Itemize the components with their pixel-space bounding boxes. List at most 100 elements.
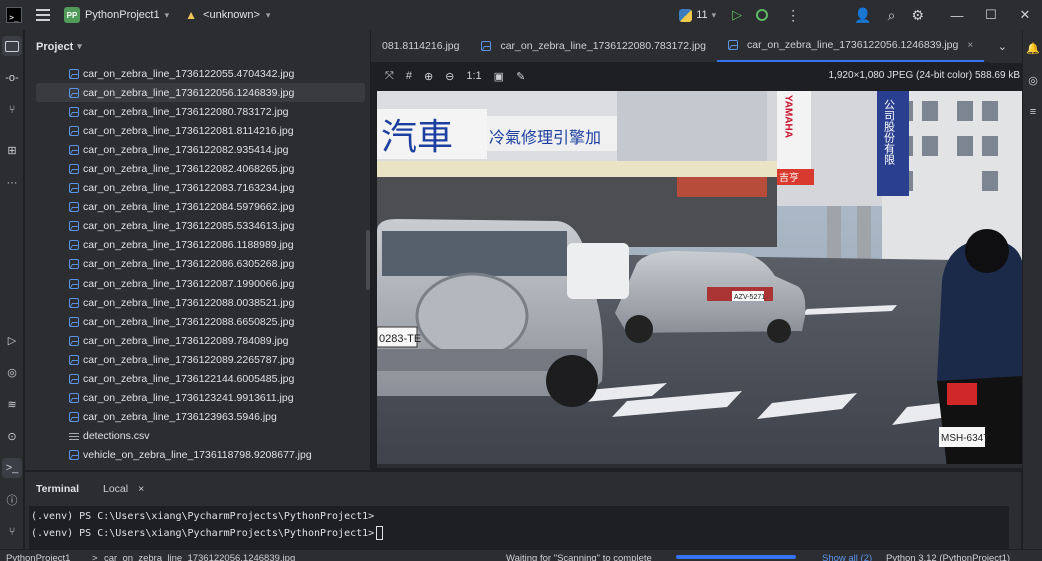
close-tab-icon[interactable]: × [138,483,144,495]
layers-tool-button[interactable]: ≋ [2,394,22,414]
image-file-icon [69,202,79,213]
python-packages-button[interactable]: ◎ [2,362,22,382]
problems-icon: ⓘ [6,495,18,507]
file-tree-item[interactable]: car_on_zebra_line_1736123241.9913611.jpg [25,389,370,408]
file-tree-item[interactable]: car_on_zebra_line_1736122144.6005485.jpg [25,370,370,389]
show-all-link[interactable]: Show all (2) [822,553,872,561]
file-tree-item[interactable]: car_on_zebra_line_1736122081.8114216.jpg [25,121,370,140]
branch-icon: ⑂ [8,104,16,116]
grid-icon[interactable]: # [406,70,412,82]
file-tree-item[interactable]: car_on_zebra_line_1736122085.5334613.jpg [25,217,370,236]
services-tool-button[interactable]: ⊙ [2,426,22,446]
file-tree-item[interactable]: car_on_zebra_line_1736122082.4068265.jpg [25,159,370,178]
ai-assistant-icon[interactable]: ◎ [1023,70,1042,90]
scrollbar[interactable] [366,230,370,290]
python-packages-icon: ◎ [7,366,17,379]
chevron-down-icon: ▾ [265,9,271,20]
image-file-icon [727,40,738,50]
file-name: car_on_zebra_line_1736122083.7163234.jpg [83,182,295,195]
file-tree-item[interactable]: car_on_zebra_line_1736122083.7163234.jpg [25,179,370,198]
file-tree-item[interactable]: car_on_zebra_line_1736122086.6305268.jpg [25,255,370,274]
file-tree-item[interactable]: car_on_zebra_line_1736122089.2265787.jpg [25,350,370,369]
file-tree-item[interactable]: car_on_zebra_line_1736122080.783172.jpg [25,102,370,121]
terminal-tab-local[interactable]: Local × [103,483,144,495]
git-tool-button[interactable]: ⑂ [2,522,22,542]
editor-tab-active[interactable]: car_on_zebra_line_1736122056.1246839.jpg… [716,30,985,62]
breadcrumb-project[interactable]: PythonProject1 [6,553,70,561]
problems-tool-button[interactable]: ⓘ [2,490,22,510]
zoom-in-icon[interactable]: ⊕ [424,70,433,83]
file-tree-item[interactable]: car_on_zebra_line_1736122089.784089.jpg [25,331,370,350]
pull-requests-tool-button[interactable]: ⑂ [2,100,22,120]
file-name: car_on_zebra_line_1736122084.5979662.jpg [83,201,295,214]
more-tools-button[interactable]: ··· [2,173,22,193]
file-tree-item[interactable]: vehicle_on_zebra_line_1736118798.9208677… [25,446,370,465]
image-file-icon [69,106,79,117]
close-window-button[interactable]: ✕ [1008,7,1042,23]
database-icon[interactable]: ≡ [1023,102,1042,122]
run-icon[interactable]: ▷ [732,7,742,23]
interpreter-selector[interactable]: Python 3.12 (PythonProject1) [886,553,1010,561]
image-file-icon [69,393,79,404]
terminal-output[interactable]: (.venv) PS C:\Users\xiang\PycharmProject… [29,506,1009,550]
project-panel-header[interactable]: Project ▾ [25,30,370,63]
vcs-widget[interactable]: ▲ <unknown> ▾ [185,8,270,22]
file-name: car_on_zebra_line_1736122089.784089.jpg [83,334,289,347]
zoom-out-icon[interactable]: ⊖ [445,70,454,83]
file-name: car_on_zebra_line_1736122089.2265787.jpg [83,353,295,366]
chevron-down-icon: ▾ [164,9,170,20]
project-switcher[interactable]: PP PythonProject1 ▾ [64,7,169,23]
file-tree-item[interactable]: car_on_zebra_line_1736122087.1990066.jpg [25,274,370,293]
actual-size-button[interactable]: 1:1 [466,70,481,82]
minimize-button[interactable]: — [940,8,974,23]
notifications-icon[interactable]: 🔔 [1023,38,1042,58]
file-name: car_on_zebra_line_1736122085.5334613.jpg [83,220,295,233]
run-tool-button[interactable]: ▷ [2,330,22,350]
structure-tool-button[interactable]: ⊞ [2,140,22,160]
chevron-down-icon: ▾ [77,41,82,51]
editor-tab[interactable]: 081.8114216.jpg [371,30,470,62]
project-tool-button[interactable] [2,36,22,56]
maximize-button[interactable]: ☐ [974,7,1008,23]
file-tree-item[interactable]: car_on_zebra_line_1736123963.5946.jpg [25,408,370,427]
more-actions-icon[interactable]: ⋮ [786,7,800,24]
terminal-line: (.venv) PS C:\Users\xiang\PycharmProject… [31,511,375,522]
pycharm-logo-icon: >_ [6,7,22,23]
editor-tab[interactable]: car_on_zebra_line_1736122080.783172.jpg [470,30,717,62]
file-name: car_on_zebra_line_1736122144.6005485.jpg [83,373,295,386]
image-viewer[interactable]: 汽車 冷氣修理引擎加 YAMAHA 吉亨 公司股份有限 AZV-5271 028… [377,91,1022,468]
file-tree-item-selected[interactable]: car_on_zebra_line_1736122056.1246839.jpg [36,83,365,103]
plate-suv: 0283-TE [379,333,421,345]
file-tree-item[interactable]: car_on_zebra_line_1736122082.935414.jpg [25,140,370,159]
background-icon[interactable]: ▣ [494,70,504,83]
main-menu-icon[interactable] [36,9,50,21]
project-name: PythonProject1 [85,9,160,21]
chevron-down-icon[interactable]: ⌄ [998,40,1007,53]
project-badge: PP [64,7,80,23]
breadcrumb-file[interactable]: car_on_zebra_line_1736122056.1246839.jpg [104,553,295,561]
image-toolbar: ⤧ # ⊕ ⊖ 1:1 ▣ ✎ 1,920×1,080 JPEG (24-bit… [371,63,1042,89]
file-tree-item[interactable]: car_on_zebra_line_1736122088.6650825.jpg [25,312,370,331]
file-name: car_on_zebra_line_1736122082.935414.jpg [83,143,289,156]
file-name: car_on_zebra_line_1736123963.5946.jpg [83,411,277,424]
terminal-cursor [376,526,384,540]
file-tree-item[interactable]: detections.csv [25,427,370,446]
search-icon[interactable]: ⌕ [888,7,896,24]
warning-icon: ▲ [185,8,198,22]
add-user-icon[interactable]: 👤 [854,7,871,24]
file-tree-item[interactable]: car_on_zebra_line_1736122084.5979662.jpg [25,198,370,217]
editor-tabs: 081.8114216.jpg car_on_zebra_line_173612… [371,30,1042,63]
color-picker-icon[interactable]: ✎ [516,70,525,83]
file-tree-item[interactable]: car_on_zebra_line_1736122086.1188989.jpg [25,236,370,255]
commit-tool-button[interactable]: -o- [2,68,22,88]
debug-icon[interactable] [756,9,769,21]
terminal-tool-button[interactable]: >_ [2,458,22,478]
image-file-icon [69,278,79,289]
file-tree-item[interactable]: car_on_zebra_line_1736122055.4704342.jpg [25,64,370,83]
close-tab-icon[interactable]: × [967,40,973,51]
python-run-config[interactable]: 11 ▾ [679,8,716,22]
file-tree-item[interactable]: car_on_zebra_line_1736122088.0038521.jpg [25,293,370,312]
settings-gear-icon[interactable]: ⚙ [911,7,924,24]
image-file-icon [69,335,79,346]
fit-to-window-icon[interactable]: ⤧ [385,70,394,83]
